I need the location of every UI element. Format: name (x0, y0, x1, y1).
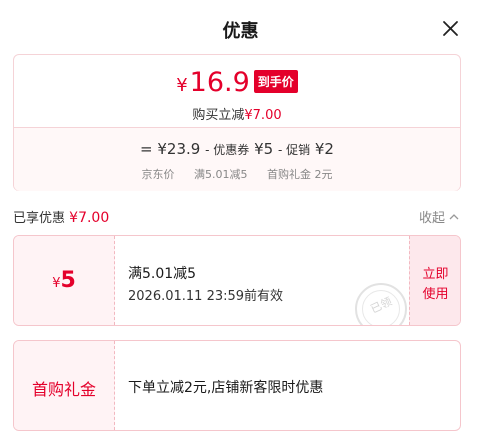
final-price-tag: 到手价 (253, 70, 298, 93)
dialog-header: 优惠 (0, 0, 481, 54)
use-now-line2: 使用 (422, 287, 449, 302)
gift-name-panel: 首购礼金 (14, 341, 115, 430)
coupon-rule-label: 满5.01减5 (194, 168, 248, 181)
gift-description: 下单立减2元,店铺新客限时优惠 (128, 380, 324, 396)
price-breakdown: = ¥23.9 - 优惠券 ¥5 - 促销 ¥2 京东价 满5.01减5 首购礼… (14, 128, 460, 191)
base-price: ¥23.9 (157, 140, 201, 158)
save-amount: ¥7.00 (244, 108, 282, 123)
coupon-card: ¥5 满5.01减5 2026.01.11 23:59前有效 已领 立即 使用 (13, 235, 461, 326)
equals-sign: = (140, 140, 153, 158)
coupon-deduction-value: ¥5 (254, 140, 274, 158)
promo-rule-label: 首购礼金 2元 (267, 168, 333, 181)
price-summary-card: ¥16.9 到手价 购买立减¥7.00 = ¥23.9 - 优惠券 ¥5 - 促销… (13, 54, 461, 191)
claimed-stamp-icon: 已领 (355, 283, 407, 325)
coupon-title: 满5.01减5 (128, 266, 197, 282)
close-icon[interactable] (441, 19, 459, 37)
coupon-deduction-label: - 优惠券 (205, 143, 250, 157)
coupon-value: ¥5 (14, 268, 114, 293)
promo-deduction-label: - 促销 (277, 143, 311, 157)
coupon-expiry: 2026.01.11 23:59前有效 (128, 289, 284, 304)
save-line: 购买立减¥7.00 (14, 104, 460, 123)
collapse-button[interactable]: 收起 (419, 207, 459, 226)
chevron-up-icon (449, 214, 459, 220)
enjoyed-label: 已享优惠 (13, 211, 66, 226)
coupon-value-panel: ¥5 (14, 236, 115, 325)
final-price: 16.9 (189, 67, 250, 98)
price-calculation-labels: 京东价 满5.01减5 首购礼金 2元 (14, 166, 460, 182)
price-summary-top: ¥16.9 到手价 购买立减¥7.00 (14, 55, 460, 127)
collapse-label: 收起 (419, 211, 446, 226)
coupon-amount: 5 (60, 268, 76, 293)
dialog-title: 优惠 (222, 21, 259, 42)
base-price-label: 京东价 (141, 168, 175, 181)
enjoyed-amount: ¥7.00 (69, 210, 110, 226)
gift-name: 首购礼金 (31, 380, 96, 399)
use-now-button[interactable]: 立即 使用 (409, 236, 460, 325)
final-price-line: ¥16.9 到手价 (14, 67, 460, 98)
use-now-line1: 立即 (422, 267, 449, 282)
price-calculation: = ¥23.9 - 优惠券 ¥5 - 促销 ¥2 (14, 140, 460, 158)
enjoyed-discount: 已享优惠 ¥7.00 (13, 207, 109, 226)
save-label: 购买立减 (192, 108, 245, 123)
currency-symbol: ¥ (176, 75, 188, 96)
promo-deduction-value: ¥2 (314, 140, 334, 158)
gift-card: 首购礼金 下单立减2元,店铺新客限时优惠 (13, 340, 461, 431)
